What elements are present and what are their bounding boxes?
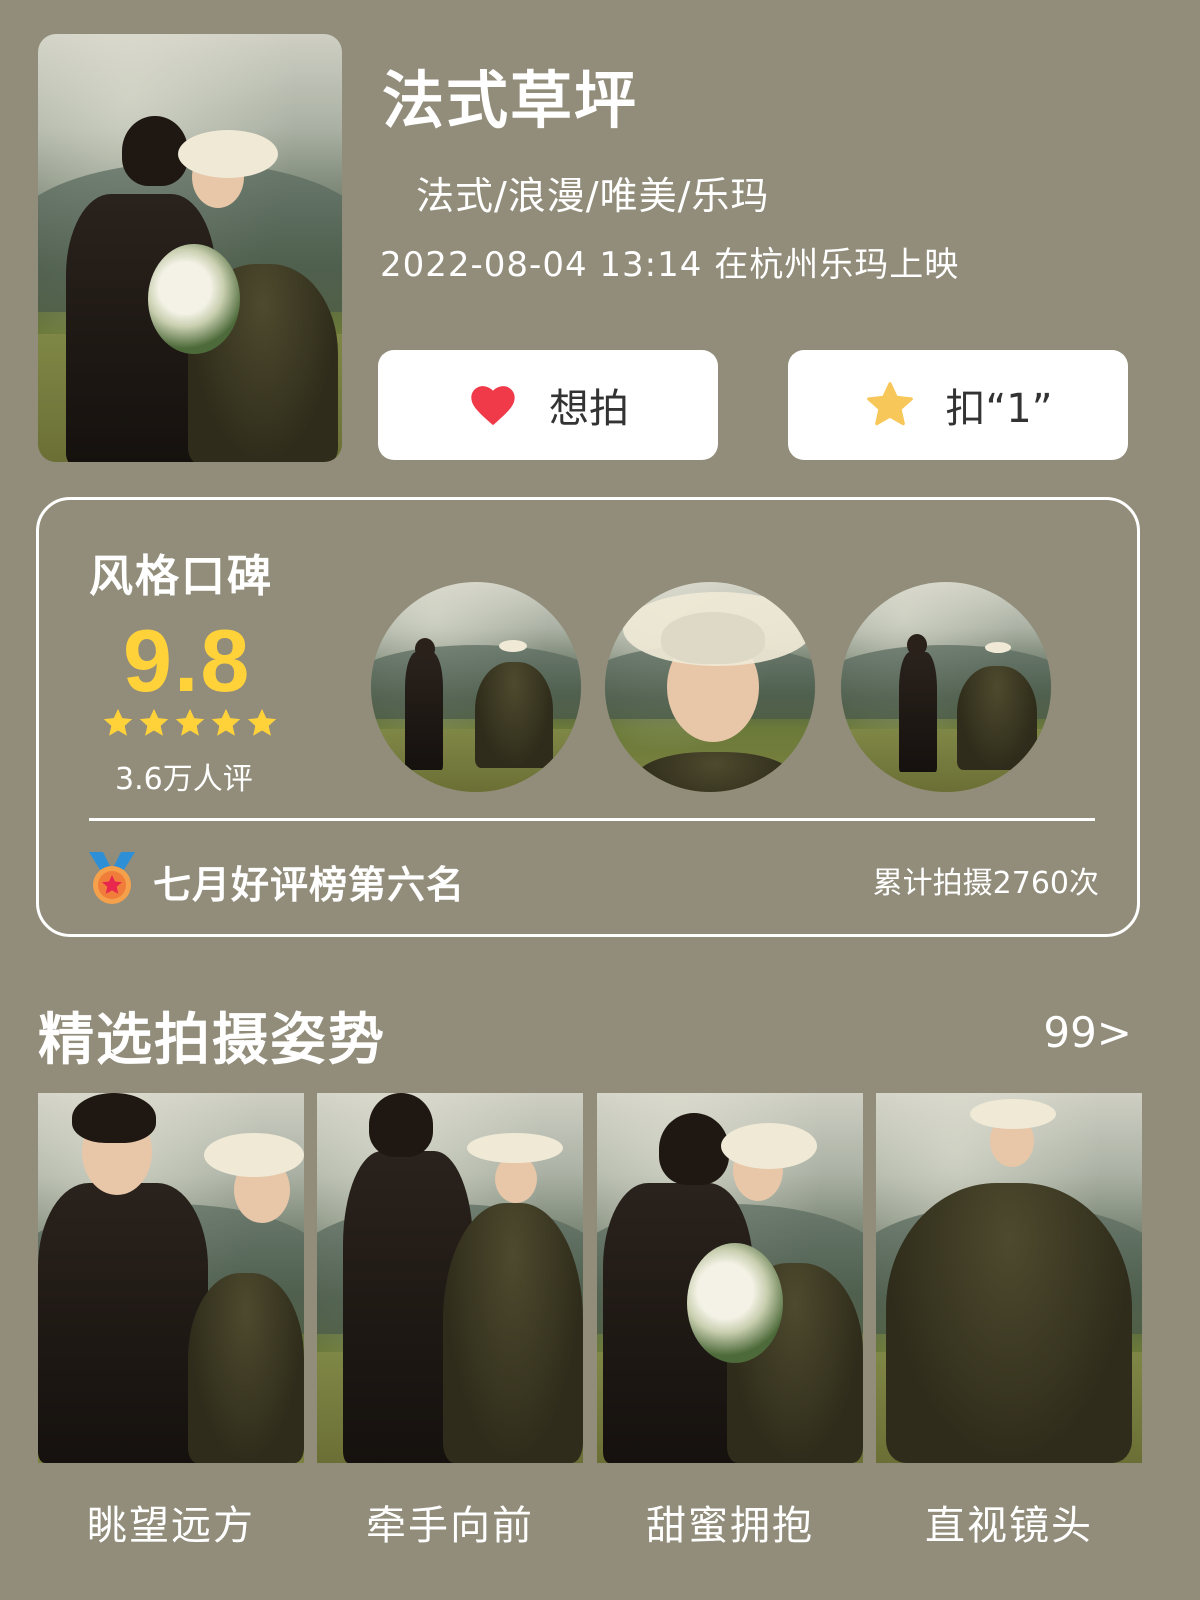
card-divider xyxy=(89,818,1095,821)
shoot-count: 累计拍摄2760次 xyxy=(872,866,1099,901)
pose-label: 甜蜜拥抱 xyxy=(646,1503,814,1549)
pose-label: 直视镜头 xyxy=(925,1503,1093,1549)
pose-card[interactable]: 眺望远方 xyxy=(38,1093,304,1563)
star-icon xyxy=(211,708,241,736)
star-icon xyxy=(247,708,277,736)
pose-photo xyxy=(38,1093,304,1463)
ranking-text: 七月好评榜第六名 xyxy=(153,863,466,907)
pose-photo xyxy=(597,1093,863,1463)
page-title: 法式草坪 xyxy=(382,64,639,137)
heart-icon xyxy=(471,386,515,426)
pose-photo xyxy=(317,1093,583,1463)
star-icon xyxy=(139,708,169,736)
style-tags: 法式/浪漫/唯美/乐玛 xyxy=(416,174,770,218)
release-info: 2022-08-04 13:14 在杭州乐玛上映 xyxy=(380,245,960,285)
review-count: 3.6万人评 xyxy=(115,762,253,797)
sample-photo-2[interactable] xyxy=(605,582,815,792)
star-icon xyxy=(175,708,205,736)
star-icon xyxy=(866,382,913,426)
want-to-shoot-label: 想拍 xyxy=(549,386,629,432)
poses-more-link[interactable]: 99> xyxy=(1043,1008,1132,1057)
rating-score: 9.8 xyxy=(123,611,252,710)
reputation-heading: 风格口碑 xyxy=(89,551,273,602)
plus-one-label: 扣“1” xyxy=(945,386,1053,432)
pose-card[interactable]: 甜蜜拥抱 xyxy=(597,1093,863,1563)
medal-icon xyxy=(89,852,135,904)
rating-stars xyxy=(101,706,279,740)
plus-one-button[interactable]: 扣“1” xyxy=(788,350,1128,460)
cover-photo[interactable] xyxy=(38,34,342,462)
poses-section-title: 精选拍摄姿势 xyxy=(38,1008,386,1073)
pose-label: 眺望远方 xyxy=(87,1503,255,1549)
pose-label: 牵手向前 xyxy=(366,1503,534,1549)
star-icon xyxy=(103,708,133,736)
style-reputation-card: 风格口碑 9.8 3.6万人评 七月好评榜第六名 累计拍摄2760次 xyxy=(36,497,1140,937)
pose-card[interactable]: 直视镜头 xyxy=(876,1093,1142,1563)
sample-photo-3[interactable] xyxy=(841,582,1051,792)
want-to-shoot-button[interactable]: 想拍 xyxy=(378,350,718,460)
sample-photo-1[interactable] xyxy=(371,582,581,792)
pose-card[interactable]: 牵手向前 xyxy=(317,1093,583,1563)
pose-photo xyxy=(876,1093,1142,1463)
